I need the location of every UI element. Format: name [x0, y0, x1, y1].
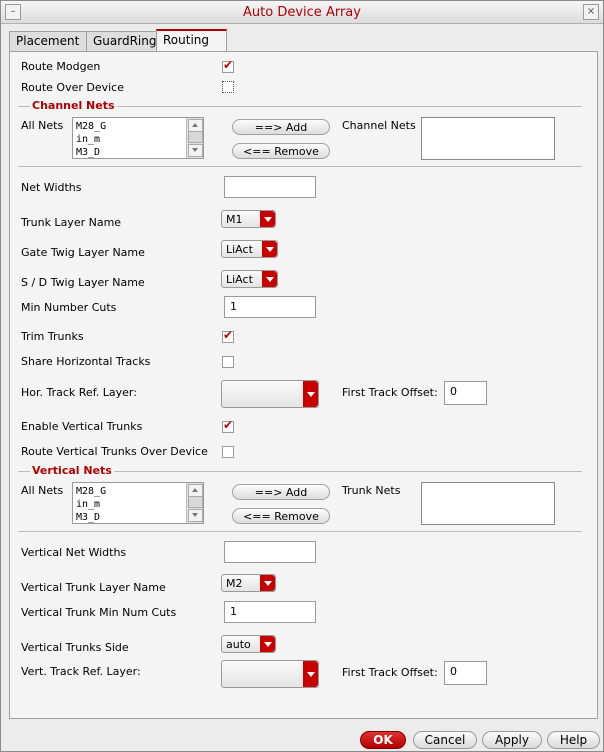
tab-routing[interactable]: Routing	[156, 29, 227, 52]
hor-track-ref-layer-select[interactable]	[221, 380, 319, 408]
all-nets-label-2: All Nets	[21, 484, 64, 497]
scroll-thumb[interactable]	[188, 496, 203, 508]
sd-twig-layer-name-label: S / D Twig Layer Name	[21, 276, 145, 289]
sd-twig-layer-name-value: LiAct	[226, 273, 253, 286]
vertical-trunk-layer-name-value: M2	[226, 577, 243, 590]
route-modgen-checkbox[interactable]	[222, 58, 234, 73]
vertical-nets-section-title: Vertical Nets	[30, 464, 114, 477]
first-track-offset-label: First Track Offset:	[342, 386, 438, 399]
trunk-layer-name-label: Trunk Layer Name	[21, 216, 122, 229]
all-nets-scrollbar-2[interactable]	[186, 483, 203, 523]
vertical-trunks-side-select[interactable]: auto	[221, 635, 276, 653]
close-icon[interactable]: ⨯	[583, 4, 599, 20]
vertical-net-widths-label: Vertical Net Widths	[21, 546, 127, 559]
apply-button[interactable]: Apply	[482, 731, 542, 749]
share-horizontal-tracks-label: Share Horizontal Tracks	[21, 355, 151, 368]
tab-guardring[interactable]: GuardRing	[86, 31, 162, 51]
route-over-device-label: Route Over Device	[21, 81, 125, 94]
routing-panel: Route Modgen Route Over Device Channel N…	[9, 51, 598, 719]
chevron-down-icon[interactable]	[262, 241, 277, 257]
title-bar[interactable]: – Auto Device Array ⨯	[1, 1, 603, 24]
all-nets-listbox[interactable]: M28_G in_m M3_D	[72, 117, 204, 159]
list-item[interactable]: M3_D	[76, 512, 100, 523]
vertical-trunks-side-label: Vertical Trunks Side	[21, 641, 129, 654]
tab-placement[interactable]: Placement	[9, 31, 87, 51]
remove-trunk-net-button[interactable]: <== Remove	[232, 508, 330, 524]
add-trunk-net-button[interactable]: ==> Add	[232, 484, 330, 500]
all-nets-label: All Nets	[21, 119, 64, 132]
trunk-layer-name-value: M1	[226, 213, 243, 226]
chevron-down-icon[interactable]	[303, 661, 318, 687]
window-title: Auto Device Array	[243, 5, 361, 20]
first-track-offset-label-2: First Track Offset:	[342, 666, 438, 679]
route-over-device-checkbox[interactable]	[222, 81, 234, 93]
trim-trunks-label: Trim Trunks	[21, 330, 84, 343]
vert-track-ref-layer-select[interactable]	[221, 660, 319, 688]
all-nets-listbox-2[interactable]: M28_G in_m M3_D	[72, 482, 204, 524]
add-channel-net-button[interactable]: ==> Add	[232, 119, 330, 135]
trunk-nets-label: Trunk Nets	[342, 484, 401, 497]
vertical-trunk-min-num-cuts-input[interactable]: 1	[224, 601, 316, 623]
vert-track-ref-layer-label: Vert. Track Ref. Layer:	[21, 665, 141, 678]
sd-twig-layer-name-select[interactable]: LiAct	[221, 270, 278, 288]
gate-twig-layer-name-value: LiAct	[226, 243, 253, 256]
ok-button[interactable]: OK	[360, 731, 406, 749]
trim-trunks-checkbox[interactable]	[222, 328, 234, 343]
chevron-down-icon[interactable]	[303, 381, 318, 407]
vertical-trunk-min-num-cuts-label: Vertical Trunk Min Num Cuts	[21, 606, 177, 619]
divider	[18, 166, 582, 167]
vertical-trunk-layer-name-label: Vertical Trunk Layer Name	[21, 581, 166, 594]
remove-channel-net-button[interactable]: <== Remove	[232, 143, 330, 159]
list-item[interactable]: in_m	[76, 499, 100, 510]
trunk-layer-name-select[interactable]: M1	[221, 210, 276, 228]
share-horizontal-tracks-checkbox[interactable]	[222, 356, 234, 368]
first-track-offset-input[interactable]: 0	[444, 381, 487, 405]
chevron-down-icon[interactable]	[260, 211, 275, 227]
cancel-button[interactable]: Cancel	[413, 731, 477, 749]
gate-twig-layer-name-label: Gate Twig Layer Name	[21, 246, 145, 259]
channel-nets-section-title: Channel Nets	[30, 99, 117, 112]
list-item[interactable]: M28_G	[76, 486, 106, 497]
chevron-down-icon[interactable]	[262, 271, 277, 287]
enable-vertical-trunks-checkbox[interactable]	[222, 418, 234, 433]
vertical-trunk-layer-name-select[interactable]: M2	[221, 574, 276, 592]
chevron-down-icon[interactable]	[260, 575, 275, 591]
scroll-down-icon[interactable]	[188, 509, 203, 522]
all-nets-scrollbar[interactable]	[186, 118, 203, 158]
vertical-trunks-side-value: auto	[226, 638, 251, 651]
list-item[interactable]: M28_G	[76, 121, 106, 132]
scroll-thumb[interactable]	[188, 131, 203, 143]
channel-nets-listbox[interactable]	[421, 117, 555, 160]
min-number-cuts-label: Min Number Cuts	[21, 301, 117, 314]
min-number-cuts-input[interactable]: 1	[224, 296, 316, 318]
route-vertical-trunks-over-device-label: Route Vertical Trunks Over Device	[21, 445, 208, 458]
net-widths-input[interactable]	[224, 176, 316, 198]
list-item[interactable]: M3_D	[76, 147, 100, 158]
scroll-down-icon[interactable]	[188, 144, 203, 157]
chevron-down-icon[interactable]	[260, 636, 275, 652]
hor-track-ref-layer-label: Hor. Track Ref. Layer:	[21, 386, 137, 399]
help-button[interactable]: Help	[547, 731, 600, 749]
gate-twig-layer-name-select[interactable]: LiAct	[221, 240, 278, 258]
enable-vertical-trunks-label: Enable Vertical Trunks	[21, 420, 143, 433]
route-modgen-label: Route Modgen	[21, 60, 101, 73]
route-vertical-trunks-over-device-checkbox[interactable]	[222, 446, 234, 458]
divider	[18, 531, 582, 532]
vertical-net-widths-input[interactable]	[224, 541, 316, 563]
channel-nets-label: Channel Nets	[342, 119, 416, 132]
dialog-window: – Auto Device Array ⨯ Placement GuardRin…	[0, 0, 604, 752]
trunk-nets-listbox[interactable]	[421, 482, 555, 525]
list-item[interactable]: in_m	[76, 134, 100, 145]
first-track-offset-input-2[interactable]: 0	[444, 661, 487, 685]
net-widths-label: Net Widths	[21, 181, 82, 194]
